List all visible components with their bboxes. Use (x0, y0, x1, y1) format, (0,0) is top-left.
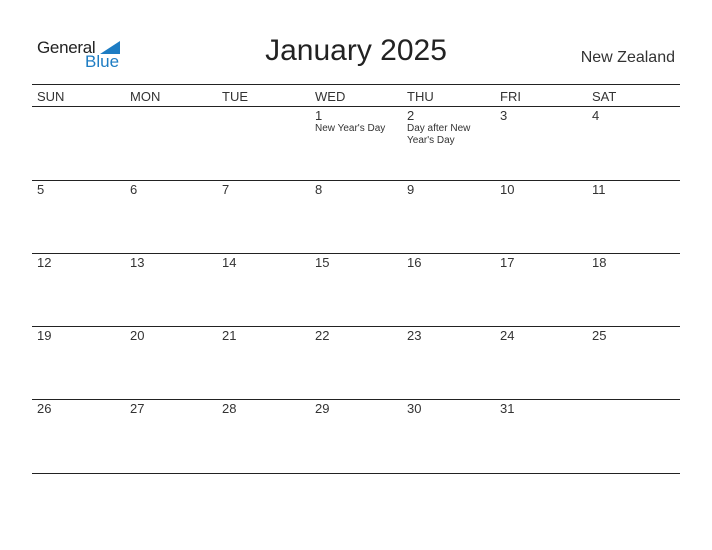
holiday-label: Day after New Year's Day (407, 123, 471, 146)
day-cell: 19 (37, 329, 127, 343)
day-cell: 6 (130, 183, 220, 197)
day-number: 20 (130, 328, 145, 343)
day-cell: 17 (500, 256, 590, 270)
day-number: 24 (500, 328, 515, 343)
header-divider (32, 84, 680, 85)
day-cell: 16 (407, 256, 497, 270)
day-number: 19 (37, 328, 52, 343)
day-cell: 12 (37, 256, 127, 270)
day-number: 8 (315, 182, 323, 197)
week-divider (32, 326, 680, 327)
weekday-header-mon: MON (130, 89, 161, 104)
day-cell: 4 (592, 109, 682, 123)
day-cell: 22 (315, 329, 405, 343)
week-divider (32, 180, 680, 181)
weekday-header-tue: TUE (222, 89, 248, 104)
holiday-label: New Year's Day (315, 123, 386, 134)
day-number: 6 (130, 182, 138, 197)
week-divider (32, 399, 680, 400)
week-divider (32, 253, 680, 254)
day-cell: 28 (222, 402, 312, 416)
day-number: 22 (315, 328, 330, 343)
day-number: 5 (37, 182, 45, 197)
week-divider (32, 473, 680, 474)
day-cell: 7 (222, 183, 312, 197)
day-cell: 26 (37, 402, 127, 416)
weekday-header-sat: SAT (592, 89, 617, 104)
day-cell: 2 Day after New Year's Day (407, 109, 497, 147)
day-cell: 29 (315, 402, 405, 416)
day-number: 26 (37, 401, 52, 416)
day-cell: 23 (407, 329, 497, 343)
day-cell: 18 (592, 256, 682, 270)
day-number: 14 (222, 255, 237, 270)
day-number: 4 (592, 108, 600, 123)
day-cell: 27 (130, 402, 220, 416)
day-number: 27 (130, 401, 145, 416)
weekday-header-wed: WED (315, 89, 346, 104)
day-number: 17 (500, 255, 515, 270)
day-number: 13 (130, 255, 145, 270)
country-label: New Zealand (580, 49, 675, 66)
day-cell: 1 New Year's Day (315, 109, 405, 135)
weekday-header-thu: THU (407, 89, 434, 104)
header-divider (32, 106, 680, 107)
day-cell: 15 (315, 256, 405, 270)
day-cell: 5 (37, 183, 127, 197)
day-number: 16 (407, 255, 422, 270)
day-number: 21 (222, 328, 237, 343)
day-number: 10 (500, 182, 515, 197)
day-cell: 14 (222, 256, 312, 270)
day-number: 9 (407, 182, 415, 197)
day-number: 11 (592, 182, 606, 197)
day-number: 29 (315, 401, 330, 416)
weekday-header-sun: SUN (37, 89, 65, 104)
day-number: 12 (37, 255, 52, 270)
day-number: 25 (592, 328, 607, 343)
day-cell: 11 (592, 183, 682, 197)
day-number: 3 (500, 108, 508, 123)
day-cell: 30 (407, 402, 497, 416)
day-number: 1 (315, 108, 323, 123)
day-number: 31 (500, 401, 515, 416)
day-cell: 31 (500, 402, 590, 416)
day-cell: 3 (500, 109, 590, 123)
day-number: 30 (407, 401, 422, 416)
day-number: 23 (407, 328, 422, 343)
day-cell: 8 (315, 183, 405, 197)
day-number: 7 (222, 182, 230, 197)
weekday-header-fri: FRI (500, 89, 521, 104)
day-cell: 13 (130, 256, 220, 270)
day-cell: 21 (222, 329, 312, 343)
day-cell: 10 (500, 183, 590, 197)
day-number: 28 (222, 401, 237, 416)
day-cell: 25 (592, 329, 682, 343)
day-number: 18 (592, 255, 607, 270)
day-number: 15 (315, 255, 330, 270)
day-cell: 20 (130, 329, 220, 343)
day-cell: 24 (500, 329, 590, 343)
day-cell: 9 (407, 183, 497, 197)
day-number: 2 (407, 108, 415, 123)
